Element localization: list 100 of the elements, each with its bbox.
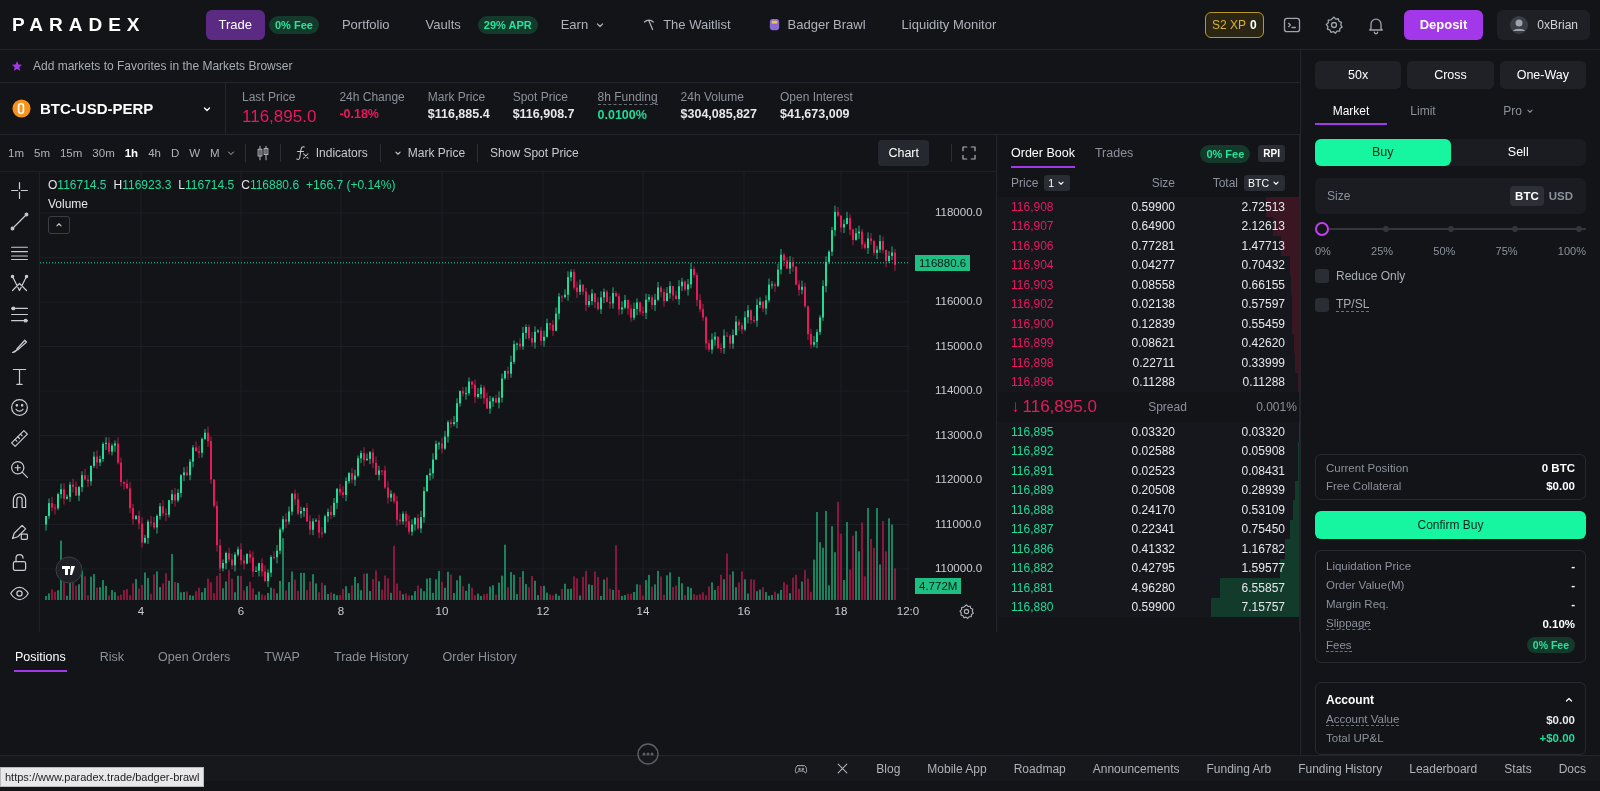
setting-button[interactable]: Cross bbox=[1407, 61, 1494, 89]
fibonacci-icon[interactable] bbox=[9, 304, 30, 325]
fullscreen-icon[interactable] bbox=[960, 144, 978, 162]
order-type-tab[interactable]: Limit bbox=[1387, 99, 1459, 125]
ask-price[interactable]: 116,899 bbox=[1011, 336, 1085, 351]
positions-tab[interactable]: Order History bbox=[441, 644, 518, 672]
account-button[interactable]: 0xBrian bbox=[1497, 9, 1590, 40]
bid-price[interactable]: 116,892 bbox=[1011, 444, 1085, 459]
confirm-buy-button[interactable]: Confirm Buy bbox=[1315, 511, 1586, 539]
deposit-button[interactable]: Deposit bbox=[1403, 9, 1484, 40]
price-axis-label: 114000.0 bbox=[935, 384, 983, 396]
chat-icon[interactable] bbox=[636, 742, 660, 766]
order-size: 0.08558 bbox=[1130, 277, 1175, 292]
footer-link[interactable]: Mobile App bbox=[927, 761, 987, 776]
ask-price[interactable]: 116,903 bbox=[1011, 277, 1085, 292]
footer-link[interactable]: Leaderboard bbox=[1409, 761, 1478, 776]
side-toggle[interactable]: Buy bbox=[1315, 138, 1451, 167]
side-toggle[interactable]: Sell bbox=[1450, 138, 1586, 167]
unit-toggle[interactable]: USD bbox=[1543, 185, 1578, 206]
bid-price[interactable]: 116,886 bbox=[1011, 541, 1085, 556]
order-type-tab[interactable]: Market bbox=[1315, 99, 1387, 125]
spot-price-toggle[interactable]: Show Spot Price bbox=[486, 146, 583, 160]
spread-label: Spread bbox=[1147, 400, 1187, 414]
bid-price[interactable]: 116,881 bbox=[1011, 580, 1085, 595]
order-total: 0.66155 bbox=[1240, 277, 1285, 292]
stat-value: -0.18% bbox=[339, 107, 380, 121]
ask-price[interactable]: 116,896 bbox=[1011, 375, 1085, 390]
positions-tab[interactable]: Risk bbox=[98, 644, 126, 672]
nav-link[interactable]: Liquidity Monitor bbox=[888, 9, 1010, 40]
footer-link[interactable]: Announcements bbox=[1092, 761, 1180, 776]
chart-view-button[interactable]: Chart bbox=[878, 140, 929, 166]
collapse-button[interactable] bbox=[48, 216, 70, 234]
ask-price[interactable]: 116,908 bbox=[1011, 199, 1085, 214]
bid-price[interactable]: 116,887 bbox=[1011, 522, 1085, 537]
market-selector[interactable]: BTC-USD-PERP bbox=[0, 83, 226, 134]
chart-logo-icon[interactable] bbox=[55, 556, 83, 584]
precision-select[interactable]: 1 bbox=[1044, 175, 1071, 191]
setting-button[interactable]: One-Way bbox=[1499, 61, 1586, 89]
bid-price[interactable]: 116,891 bbox=[1011, 463, 1085, 478]
ask-price[interactable]: 116,902 bbox=[1011, 297, 1085, 312]
unit-select[interactable]: BTC bbox=[1244, 175, 1285, 191]
positions-tab[interactable]: Positions bbox=[14, 644, 67, 672]
nav-link[interactable]: Earn bbox=[547, 9, 620, 40]
interval-tab[interactable]: 1m bbox=[3, 147, 29, 159]
unit-toggle[interactable]: BTC bbox=[1510, 185, 1544, 206]
interval-tab[interactable]: 15m bbox=[54, 147, 88, 159]
nav-link[interactable]: Trade bbox=[205, 9, 265, 40]
nav-link[interactable]: The Waitlist bbox=[629, 9, 744, 40]
avatar-icon bbox=[1509, 14, 1530, 35]
zoom-in-icon[interactable] bbox=[9, 459, 30, 480]
ask-price[interactable]: 116,906 bbox=[1011, 238, 1085, 253]
interval-tab[interactable]: 5m bbox=[29, 147, 55, 159]
nav-link[interactable]: Vaults bbox=[412, 9, 474, 40]
interval-tab[interactable]: 30m bbox=[87, 147, 120, 159]
slider-thumb[interactable] bbox=[1315, 221, 1329, 236]
order-total: 0.53109 bbox=[1240, 502, 1285, 517]
checkbox[interactable] bbox=[1315, 297, 1329, 312]
positions-tab[interactable]: Trade History bbox=[332, 644, 410, 672]
crosshair-icon[interactable] bbox=[9, 180, 30, 201]
book-tab[interactable]: Trades bbox=[1094, 139, 1134, 168]
bid-price[interactable]: 116,889 bbox=[1011, 483, 1085, 498]
footer-link[interactable]: Roadmap bbox=[1013, 761, 1066, 776]
bid-price[interactable]: 116,888 bbox=[1011, 502, 1085, 517]
positions-tab[interactable]: TWAP bbox=[263, 644, 301, 672]
interval-tab[interactable]: 4h bbox=[143, 147, 166, 159]
footer-link[interactable]: Stats bbox=[1504, 761, 1532, 776]
bid-price[interactable]: 116,880 bbox=[1011, 600, 1085, 615]
indicators-button[interactable]: Indicators bbox=[288, 144, 372, 162]
mark-price-button[interactable]: Mark Price bbox=[388, 146, 470, 160]
interval-tab[interactable]: 1h bbox=[119, 147, 144, 159]
positions-tab[interactable]: Open Orders bbox=[157, 644, 232, 672]
footer-link[interactable]: Docs bbox=[1558, 761, 1586, 776]
footer-link[interactable]: Funding History bbox=[1298, 761, 1383, 776]
order-total: 0.03320 bbox=[1240, 424, 1285, 439]
ask-price[interactable]: 116,904 bbox=[1011, 258, 1085, 273]
bid-price[interactable]: 116,882 bbox=[1011, 561, 1085, 576]
interval-tab[interactable]: M bbox=[205, 147, 225, 159]
x-logo-icon[interactable] bbox=[836, 762, 850, 775]
setting-button[interactable]: 50x bbox=[1315, 61, 1402, 89]
interval-tab[interactable]: W bbox=[184, 147, 206, 159]
checkbox[interactable] bbox=[1315, 269, 1329, 284]
ask-price[interactable]: 116,898 bbox=[1011, 355, 1085, 370]
footer-link[interactable]: Funding Arb bbox=[1206, 761, 1272, 776]
ruler-icon[interactable] bbox=[9, 428, 30, 449]
ask-price[interactable]: 116,900 bbox=[1011, 316, 1085, 331]
bid-price[interactable]: 116,895 bbox=[1011, 424, 1085, 439]
interval-tab[interactable]: D bbox=[165, 147, 185, 159]
trend-line-icon[interactable] bbox=[9, 211, 30, 232]
nav-link[interactable]: Badger Brawl bbox=[753, 9, 879, 40]
smiley-icon[interactable] bbox=[9, 397, 30, 418]
ask-price[interactable]: 116,907 bbox=[1011, 219, 1085, 234]
xp-badge[interactable]: S2 XP 0 bbox=[1204, 11, 1264, 38]
book-tab[interactable]: Order Book bbox=[1011, 139, 1075, 168]
footer-link[interactable]: Blog bbox=[876, 761, 901, 776]
settings-icon[interactable] bbox=[958, 603, 975, 620]
rpi-toggle[interactable]: RPI bbox=[1258, 145, 1285, 162]
order-type-tab[interactable]: Pro bbox=[1483, 99, 1555, 125]
nav-link[interactable]: Portfolio bbox=[328, 9, 403, 40]
size-input[interactable]: Size BTC USD bbox=[1315, 178, 1586, 214]
pattern-icon[interactable] bbox=[9, 273, 30, 294]
